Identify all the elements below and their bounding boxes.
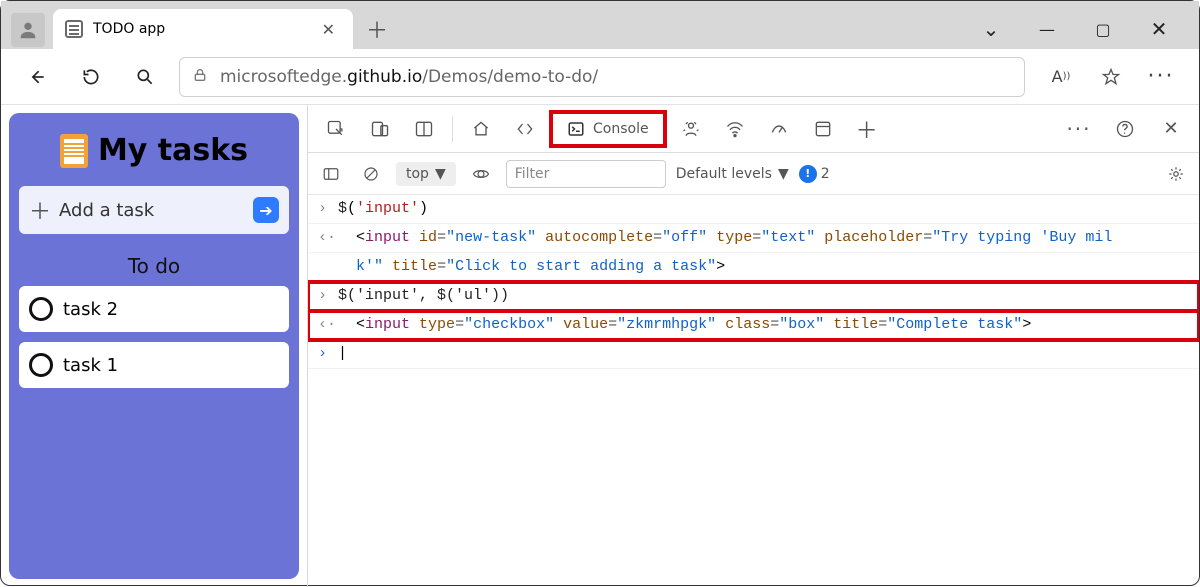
add-task-input[interactable]: ＋ Add a task ➔ bbox=[19, 186, 289, 234]
network-tab-icon[interactable] bbox=[715, 109, 755, 149]
tab-favicon-icon bbox=[65, 20, 83, 38]
browser-tab[interactable]: TODO app ✕ bbox=[53, 9, 353, 49]
checkbox-icon[interactable] bbox=[29, 353, 53, 377]
live-expression-icon[interactable] bbox=[466, 159, 496, 189]
back-button[interactable] bbox=[17, 57, 57, 97]
read-aloud-button[interactable]: A)) bbox=[1039, 57, 1083, 97]
devtools-pane: Console ＋ ··· ✕ top▼ Filter Default leve… bbox=[307, 105, 1199, 587]
chevron-down-icon[interactable]: ⌄ bbox=[971, 17, 1011, 41]
window-controls: ⌄ — ▢ ✕ bbox=[971, 17, 1199, 49]
console-output-row: k'" title="Click to start adding a task"… bbox=[308, 253, 1199, 282]
console-body[interactable]: › $('input') ‹· <input id="new-task" aut… bbox=[308, 195, 1199, 587]
console-code: $('input', $('ul')) bbox=[338, 284, 509, 308]
console-cursor: | bbox=[338, 342, 347, 366]
console-tab-label: Console bbox=[593, 121, 649, 137]
minimize-button[interactable]: — bbox=[1027, 20, 1067, 39]
console-code: $('input') bbox=[338, 197, 428, 221]
profile-icon[interactable] bbox=[11, 13, 45, 47]
issues-count: 2 bbox=[821, 166, 830, 182]
content-row: My tasks ＋ Add a task ➔ To do task 2 tas… bbox=[1, 105, 1199, 587]
console-output-row: ‹· <input id="new-task" autocomplete="of… bbox=[308, 224, 1199, 253]
console-input-row: › $('input') bbox=[308, 195, 1199, 224]
performance-tab-icon[interactable] bbox=[759, 109, 799, 149]
input-arrow-icon: › bbox=[318, 197, 338, 221]
devtools-tabstrip: Console ＋ ··· ✕ bbox=[308, 105, 1199, 153]
section-heading: To do bbox=[19, 254, 289, 278]
search-button[interactable] bbox=[125, 57, 165, 97]
app-title-text: My tasks bbox=[98, 133, 248, 168]
output-arrow-icon: ‹· bbox=[318, 226, 338, 250]
devtools-more-icon[interactable]: ··· bbox=[1059, 109, 1099, 149]
url-box[interactable]: microsoftedge.github.io/Demos/demo-to-do… bbox=[179, 57, 1025, 97]
maximize-button[interactable]: ▢ bbox=[1083, 20, 1123, 39]
clear-console-icon[interactable] bbox=[356, 159, 386, 189]
submit-task-button[interactable]: ➔ bbox=[253, 197, 279, 223]
console-code: <input id="new-task" autocomplete="off" … bbox=[338, 226, 1112, 250]
address-bar: microsoftedge.github.io/Demos/demo-to-do… bbox=[1, 49, 1199, 105]
log-levels-selector[interactable]: Default levels▼ bbox=[676, 166, 789, 182]
sources-tab-icon[interactable] bbox=[671, 109, 711, 149]
inspect-icon[interactable] bbox=[316, 109, 356, 149]
caret-down-icon: ▼ bbox=[435, 166, 446, 182]
console-input-row: › $('input', $('ul')) bbox=[308, 282, 1199, 311]
add-task-placeholder: Add a task bbox=[59, 200, 154, 221]
application-tab-icon[interactable] bbox=[803, 109, 843, 149]
new-tab-button[interactable]: ＋ bbox=[353, 9, 401, 49]
favorite-button[interactable] bbox=[1089, 57, 1133, 97]
page-pane: My tasks ＋ Add a task ➔ To do task 2 tas… bbox=[1, 105, 307, 587]
filter-input[interactable]: Filter bbox=[506, 160, 666, 188]
console-output-row: ‹· <input type="checkbox" value="zkmrmhp… bbox=[308, 311, 1199, 340]
input-arrow-icon: › bbox=[318, 284, 338, 308]
toggle-sidebar-icon[interactable] bbox=[316, 159, 346, 189]
more-button[interactable]: ··· bbox=[1139, 57, 1183, 97]
dock-side-icon[interactable] bbox=[404, 109, 444, 149]
lock-icon bbox=[192, 67, 208, 87]
console-code: k'" title="Click to start adding a task"… bbox=[338, 255, 725, 279]
issues-count-icon: ! bbox=[799, 165, 817, 183]
task-item[interactable]: task 2 bbox=[19, 286, 289, 332]
reload-button[interactable] bbox=[71, 57, 111, 97]
task-label: task 2 bbox=[63, 299, 118, 320]
task-item[interactable]: task 1 bbox=[19, 342, 289, 388]
help-icon[interactable] bbox=[1105, 109, 1145, 149]
filter-placeholder: Filter bbox=[515, 166, 550, 182]
console-settings-icon[interactable] bbox=[1161, 159, 1191, 189]
window-titlebar: TODO app ✕ ＋ ⌄ — ▢ ✕ bbox=[1, 1, 1199, 49]
app-title: My tasks bbox=[19, 133, 289, 168]
task-label: task 1 bbox=[63, 355, 118, 376]
more-tabs-button[interactable]: ＋ bbox=[847, 109, 887, 149]
plus-icon: ＋ bbox=[29, 194, 51, 226]
console-tab[interactable]: Console bbox=[549, 110, 667, 148]
devtools-close-icon[interactable]: ✕ bbox=[1151, 109, 1191, 149]
todo-app: My tasks ＋ Add a task ➔ To do task 2 tas… bbox=[9, 113, 299, 579]
console-toolbar: top▼ Filter Default levels▼ !2 bbox=[308, 153, 1199, 195]
close-window-button[interactable]: ✕ bbox=[1139, 17, 1179, 41]
tab-close-icon[interactable]: ✕ bbox=[318, 16, 339, 43]
url-text: microsoftedge.github.io/Demos/demo-to-do… bbox=[220, 67, 598, 87]
input-arrow-icon: › bbox=[318, 342, 338, 366]
device-emulation-icon[interactable] bbox=[360, 109, 400, 149]
console-code: <input type="checkbox" value="zkmrmhpgk"… bbox=[338, 313, 1031, 337]
welcome-tab-icon[interactable] bbox=[461, 109, 501, 149]
clipboard-icon bbox=[60, 134, 88, 168]
issues-badge[interactable]: !2 bbox=[799, 165, 830, 183]
context-selector[interactable]: top▼ bbox=[396, 162, 456, 186]
tab-title: TODO app bbox=[93, 21, 165, 37]
output-arrow-icon: ‹· bbox=[318, 313, 338, 337]
elements-tab-icon[interactable] bbox=[505, 109, 545, 149]
caret-down-icon: ▼ bbox=[778, 166, 789, 182]
checkbox-icon[interactable] bbox=[29, 297, 53, 321]
console-prompt-row[interactable]: › | bbox=[308, 340, 1199, 369]
